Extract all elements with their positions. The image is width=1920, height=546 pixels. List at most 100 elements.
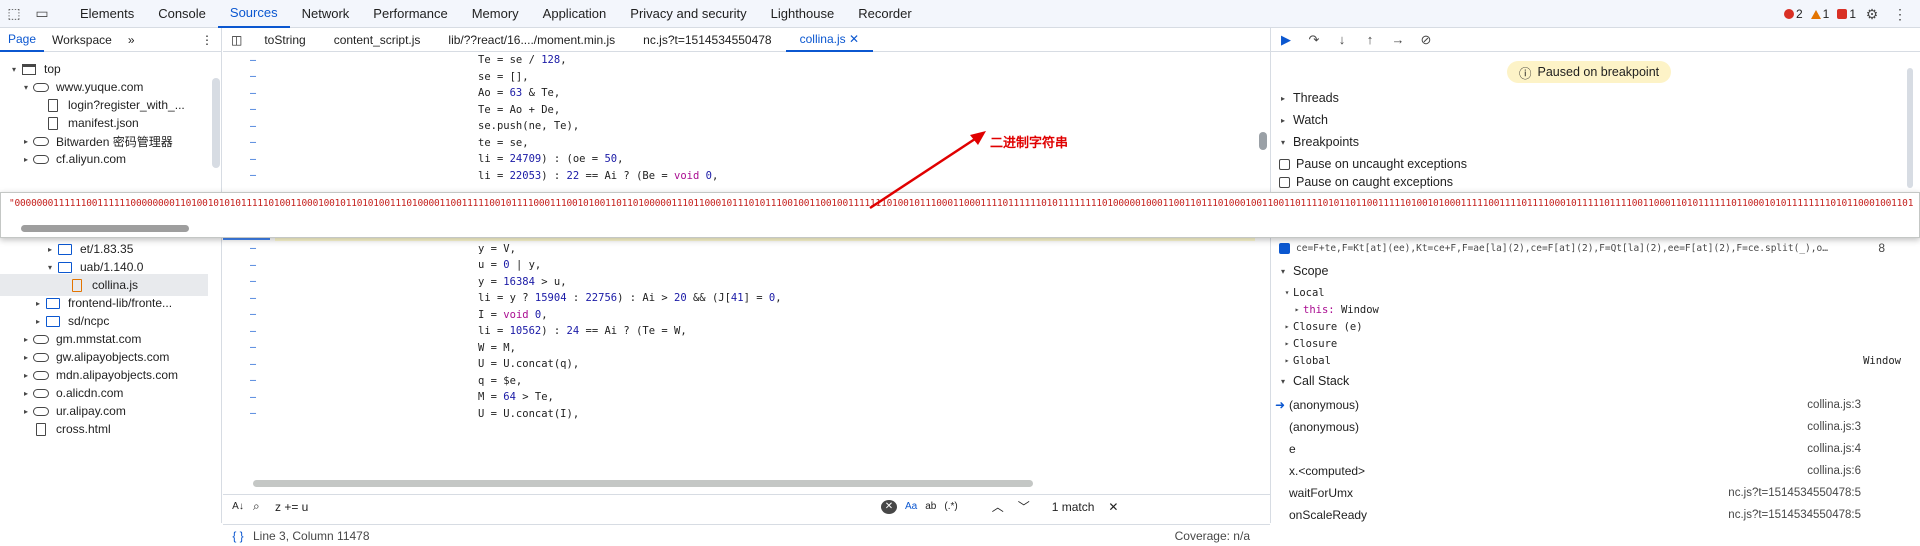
breakpoint-checkbox[interactable] bbox=[1279, 242, 1290, 254]
line-gutter[interactable]: – bbox=[223, 170, 283, 181]
section-scope[interactable]: ▾ Scope bbox=[1271, 261, 1911, 281]
line-gutter[interactable]: – bbox=[223, 293, 283, 304]
code-line[interactable]: – se = [], bbox=[223, 69, 1253, 86]
inspect-element-icon[interactable]: ⬚ bbox=[0, 0, 28, 28]
search-input[interactable]: z += u bbox=[271, 500, 871, 514]
clear-search-icon[interactable]: ✕ bbox=[881, 499, 897, 514]
whole-word-icon[interactable]: ab bbox=[925, 501, 936, 512]
frame-location[interactable]: nc.js?t=1514534550478:5 bbox=[1728, 509, 1861, 521]
pause-caught-checkbox[interactable] bbox=[1279, 176, 1290, 188]
file-tab[interactable]: nc.js?t=1514534550478 bbox=[629, 28, 785, 52]
line-gutter[interactable]: – bbox=[223, 121, 283, 132]
line-gutter[interactable]: – bbox=[223, 260, 283, 271]
tab-sources[interactable]: Sources bbox=[217, 0, 290, 28]
settings-gear-icon[interactable]: ⚙ bbox=[1858, 0, 1886, 28]
toggle-navigator-icon[interactable]: ◫ bbox=[223, 28, 250, 52]
section-call-stack[interactable]: ▾ Call Stack bbox=[1271, 371, 1911, 391]
replace-toggle-icon[interactable]: A↓ bbox=[223, 501, 253, 512]
tab-page[interactable]: Page bbox=[0, 28, 45, 52]
tab-workspace[interactable]: Workspace bbox=[44, 28, 120, 52]
code-line[interactable]: – Ao = 63 & Te, bbox=[223, 85, 1253, 102]
code-line[interactable]: – li = y ? 15904 : 22756) : Ai > 20 && (J… bbox=[223, 290, 1253, 307]
line-gutter[interactable]: – bbox=[223, 342, 283, 353]
step-out-icon[interactable]: ↑ bbox=[1359, 29, 1381, 51]
line-gutter[interactable]: – bbox=[223, 88, 283, 99]
pause-caught-row[interactable]: Pause on caught exceptions bbox=[1271, 172, 1911, 192]
code-area[interactable]: – Te = se / 128, – se = [], – Ao = 63 & Te, – T… bbox=[223, 52, 1263, 492]
pause-uncaught-row[interactable]: Pause on uncaught exceptions bbox=[1271, 154, 1911, 174]
scope-local[interactable]: ▾ Local bbox=[1281, 284, 1325, 301]
code-line[interactable]: – W = M, bbox=[223, 340, 1253, 357]
regex-button[interactable]: (.*) bbox=[944, 501, 957, 512]
file-tab[interactable]: collina.js ✕ bbox=[785, 28, 874, 52]
navigator-scrollbar[interactable] bbox=[212, 78, 220, 168]
pause-uncaught-checkbox[interactable] bbox=[1279, 158, 1290, 170]
code-line[interactable]: – q = $e, bbox=[223, 373, 1253, 390]
line-gutter[interactable]: – bbox=[223, 392, 283, 403]
code-line[interactable]: – Te = se / 128, bbox=[223, 52, 1253, 69]
line-gutter[interactable]: – bbox=[223, 276, 283, 287]
code-line[interactable]: – U = U.concat(q), bbox=[223, 356, 1253, 373]
frame-location[interactable]: collina.js:4 bbox=[1807, 443, 1861, 455]
file-tab[interactable]: lib/??react/16..../moment.min.js bbox=[434, 28, 629, 52]
step-over-icon[interactable]: ↷ bbox=[1303, 29, 1325, 51]
section-watch[interactable]: ▸ Watch bbox=[1271, 110, 1911, 130]
tab-recorder[interactable]: Recorder bbox=[846, 0, 923, 28]
call-frame[interactable]: x.<computed> collina.js:6 bbox=[1271, 460, 1891, 482]
tab-privacy-and-security[interactable]: Privacy and security bbox=[618, 0, 758, 28]
line-gutter[interactable]: – bbox=[223, 359, 283, 370]
line-gutter[interactable]: – bbox=[223, 243, 283, 254]
line-gutter[interactable]: – bbox=[223, 408, 283, 419]
call-frame[interactable]: e collina.js:4 bbox=[1271, 438, 1891, 460]
code-line[interactable]: – I = void 0, bbox=[223, 307, 1253, 324]
close-tab-icon[interactable]: ✕ bbox=[846, 32, 859, 46]
frame-location[interactable]: collina.js:3 bbox=[1807, 421, 1861, 433]
line-gutter[interactable]: – bbox=[223, 55, 283, 66]
tab-console[interactable]: Console bbox=[146, 0, 218, 28]
tree-item[interactable]: ▸ cf.aliyun.com bbox=[0, 148, 208, 170]
device-toolbar-icon[interactable]: ▭ bbox=[28, 0, 56, 28]
tab-memory[interactable]: Memory bbox=[460, 0, 531, 28]
scope-closure-e[interactable]: ▸ Closure (e) bbox=[1281, 318, 1363, 335]
line-gutter[interactable]: – bbox=[223, 154, 283, 165]
editor-hscroll[interactable] bbox=[253, 480, 1033, 487]
editor-vscroll[interactable] bbox=[1259, 132, 1267, 150]
match-case-button[interactable]: Aa bbox=[905, 501, 917, 512]
frame-location[interactable]: collina.js:3 bbox=[1807, 399, 1861, 411]
code-line[interactable]: – li = 22053) : 22 == Ai ? (Be = void 0, bbox=[223, 168, 1253, 185]
code-line[interactable]: – li = 10562) : 24 == Ai ? (Te = W, bbox=[223, 323, 1253, 340]
more-options-icon[interactable]: ⋮ bbox=[1886, 0, 1914, 28]
line-gutter[interactable]: – bbox=[223, 326, 283, 337]
code-line[interactable]: – li = 24709) : (oe = 50, bbox=[223, 151, 1253, 168]
tab-elements[interactable]: Elements bbox=[68, 0, 146, 28]
code-line[interactable]: – u = 0 | y, bbox=[223, 257, 1253, 274]
line-gutter[interactable]: – bbox=[223, 309, 283, 320]
line-gutter[interactable]: – bbox=[223, 104, 283, 115]
tab-network[interactable]: Network bbox=[290, 0, 362, 28]
frame-location[interactable]: collina.js:6 bbox=[1807, 465, 1861, 477]
navigator-menu-icon[interactable]: ⋮ bbox=[193, 28, 221, 52]
file-tab[interactable]: content_script.js bbox=[320, 28, 435, 52]
tree-item[interactable]: cross.html bbox=[0, 418, 208, 440]
deactivate-breakpoints-icon[interactable]: ⊘ bbox=[1415, 29, 1437, 51]
breakpoint-entry[interactable]: ce=F+te,F=Kt[at](ee),Kt=ce+F,F=ae[la](2)… bbox=[1271, 238, 1911, 258]
code-line[interactable]: – te = se, bbox=[223, 135, 1253, 152]
debugger-scrollbar[interactable] bbox=[1907, 68, 1913, 188]
scope-this[interactable]: ▸ this: Window bbox=[1291, 301, 1379, 318]
previous-match-icon[interactable]: ︿ bbox=[992, 498, 1004, 515]
step-icon[interactable]: → bbox=[1387, 29, 1409, 51]
more-tabs-icon[interactable]: » bbox=[120, 28, 143, 52]
code-line[interactable]: – y = 16384 > u, bbox=[223, 274, 1253, 291]
line-gutter[interactable]: – bbox=[223, 137, 283, 148]
tab-performance[interactable]: Performance bbox=[361, 0, 459, 28]
scope-closure[interactable]: ▸ Closure bbox=[1281, 335, 1338, 352]
call-frame[interactable]: ➜ (anonymous) collina.js:3 bbox=[1271, 394, 1891, 416]
issue-counters[interactable]: 2 1 1 bbox=[1783, 0, 1856, 28]
section-threads[interactable]: ▸ Threads bbox=[1271, 88, 1911, 108]
code-line[interactable]: – se.push(ne, Te), bbox=[223, 118, 1253, 135]
scope-global[interactable]: ▸ Global Window bbox=[1281, 352, 1901, 369]
call-frame[interactable]: (anonymous) collina.js:3 bbox=[1271, 416, 1891, 438]
tooltip-scrollbar[interactable] bbox=[21, 225, 189, 232]
code-line[interactable]: – U = U.concat(I), bbox=[223, 406, 1253, 423]
frame-location[interactable]: nc.js?t=1514534550478:5 bbox=[1728, 487, 1861, 499]
